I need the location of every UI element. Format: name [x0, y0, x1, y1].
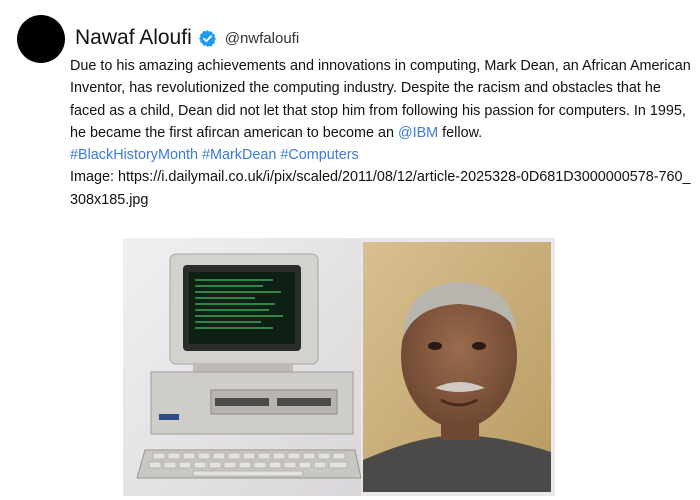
- image-source-url: https://i.dailymail.co.uk/i/pix/scaled/2…: [70, 169, 691, 208]
- tweet-text: Due to his amazing achievements and inno…: [70, 55, 695, 144]
- ibm-mention-link[interactable]: @IBM: [398, 125, 438, 141]
- tweet-media-image[interactable]: [123, 238, 555, 496]
- image-source-line: Image: https://i.dailymail.co.uk/i/pix/s…: [70, 166, 695, 211]
- tweet-main-text: Due to his amazing achievements and inno…: [70, 58, 691, 141]
- media-illustration: [123, 238, 551, 496]
- user-handle[interactable]: @nwfaloufi: [225, 30, 299, 47]
- tweet-header: Nawaf Aloufi @nwfaloufi: [75, 26, 299, 50]
- hashtag-link[interactable]: #BlackHistoryMonth: [70, 147, 198, 163]
- hashtag-link[interactable]: #MarkDean: [202, 147, 276, 163]
- tweet-body: Due to his amazing achievements and inno…: [70, 55, 695, 211]
- hashtag-line: #BlackHistoryMonth #MarkDean #Computers: [70, 144, 695, 166]
- verified-badge-icon: [198, 29, 217, 48]
- hashtag-link[interactable]: #Computers: [280, 147, 358, 163]
- display-name[interactable]: Nawaf Aloufi: [75, 26, 192, 50]
- image-source-label: Image:: [70, 169, 118, 186]
- tweet-text-end: fellow.: [442, 124, 483, 141]
- avatar[interactable]: [17, 15, 65, 63]
